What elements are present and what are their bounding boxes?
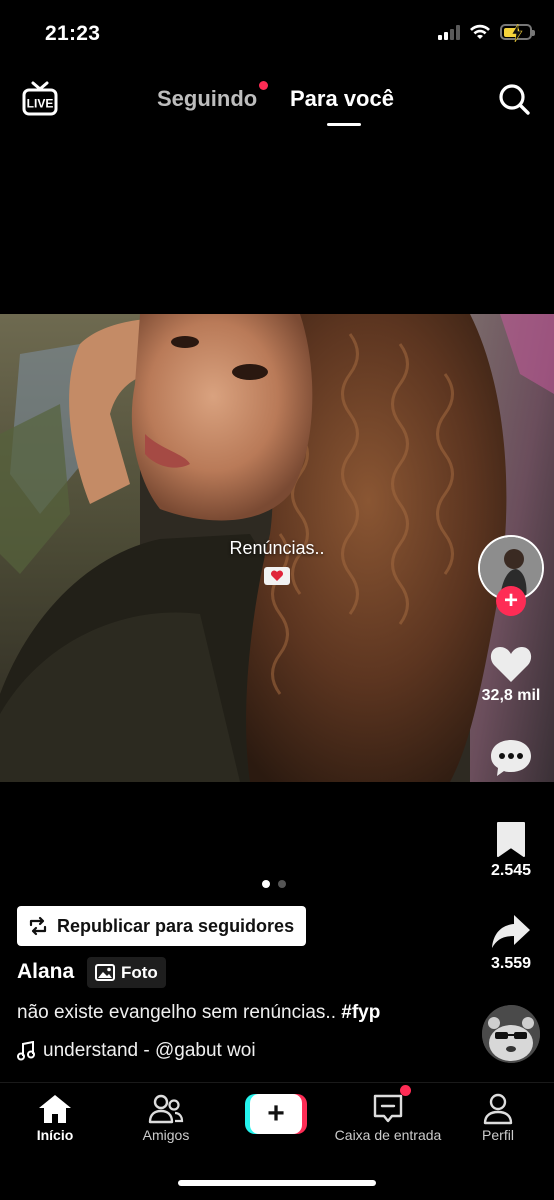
- carousel-dot-active: [262, 880, 270, 888]
- like-button[interactable]: [486, 642, 536, 686]
- repost-icon: [29, 916, 47, 936]
- live-tv-icon: LIVE: [22, 81, 58, 116]
- likes-count: 32,8 mil: [481, 687, 541, 704]
- tab-home-label: Início: [36, 1127, 74, 1143]
- tab-for-you[interactable]: Para você: [290, 86, 394, 112]
- tab-inbox[interactable]: Caixa de entrada: [333, 1093, 443, 1143]
- caption-hashtag[interactable]: #fyp: [341, 1002, 380, 1023]
- tab-following[interactable]: Seguindo: [157, 86, 257, 112]
- live-button[interactable]: LIVE: [22, 80, 58, 118]
- active-tab-indicator: [327, 123, 361, 126]
- bookmark-icon: [497, 822, 525, 857]
- comment-icon: [491, 740, 531, 776]
- carousel-dots: [262, 880, 286, 888]
- battery-icon: [500, 24, 535, 42]
- tab-inbox-label: Caixa de entrada: [334, 1127, 442, 1143]
- carousel-dot: [278, 880, 286, 888]
- tab-friends[interactable]: Amigos: [111, 1093, 221, 1143]
- status-time: 21:23: [45, 22, 101, 45]
- music-title: understand - @gabut woi: [43, 1040, 256, 1061]
- post-caption: não existe evangelho sem renúncias.. #fy…: [17, 1002, 380, 1024]
- repost-label: Republicar para seguidores: [57, 915, 295, 936]
- search-icon: [499, 84, 530, 115]
- cellular-signal-icon: [438, 24, 460, 40]
- inbox-icon: [373, 1094, 403, 1123]
- svg-text:LIVE: LIVE: [27, 97, 54, 111]
- caption-text: não existe evangelho sem renúncias..: [17, 1002, 336, 1023]
- comment-button[interactable]: [488, 736, 534, 780]
- inbox-notification-dot: [400, 1085, 411, 1096]
- creator-username[interactable]: Alana: [17, 960, 74, 984]
- wifi-icon: [470, 24, 490, 39]
- share-arrow-icon: [492, 915, 530, 948]
- tab-home[interactable]: Início: [0, 1093, 110, 1143]
- music-note-icon: [17, 1041, 35, 1061]
- following-notification-dot: [259, 81, 268, 90]
- shares-count: 3.559: [490, 955, 532, 972]
- status-icons: [438, 24, 535, 42]
- repost-button[interactable]: Republicar para seguidores: [17, 906, 307, 946]
- heart-icon: [490, 647, 532, 682]
- tab-friends-label: Amigos: [142, 1127, 190, 1143]
- music-info[interactable]: understand - @gabut woi: [17, 1040, 256, 1062]
- friends-icon: [148, 1094, 184, 1124]
- home-indicator[interactable]: [178, 1180, 376, 1186]
- sound-disc-avatar[interactable]: [482, 1005, 540, 1063]
- tab-profile[interactable]: Perfil: [443, 1093, 553, 1143]
- profile-icon: [483, 1093, 513, 1125]
- search-button[interactable]: [497, 82, 531, 116]
- sound-avatar-image: [482, 1005, 540, 1063]
- photo-overlay-text: Renúncias..: [229, 538, 325, 558]
- tab-profile-label: Perfil: [482, 1127, 514, 1143]
- saves-count: 2.545: [490, 862, 532, 879]
- home-icon: [39, 1095, 71, 1123]
- photo-icon: [95, 964, 115, 981]
- share-button[interactable]: [488, 910, 534, 954]
- follow-plus-button[interactable]: +: [496, 586, 526, 616]
- post-type-label: Foto: [121, 962, 158, 982]
- plus-icon: +: [250, 1094, 302, 1134]
- post-type-badge: Foto: [87, 957, 166, 988]
- heart-envelope-icon: [264, 567, 290, 585]
- save-button[interactable]: [492, 818, 530, 860]
- create-button[interactable]: +: [245, 1094, 307, 1134]
